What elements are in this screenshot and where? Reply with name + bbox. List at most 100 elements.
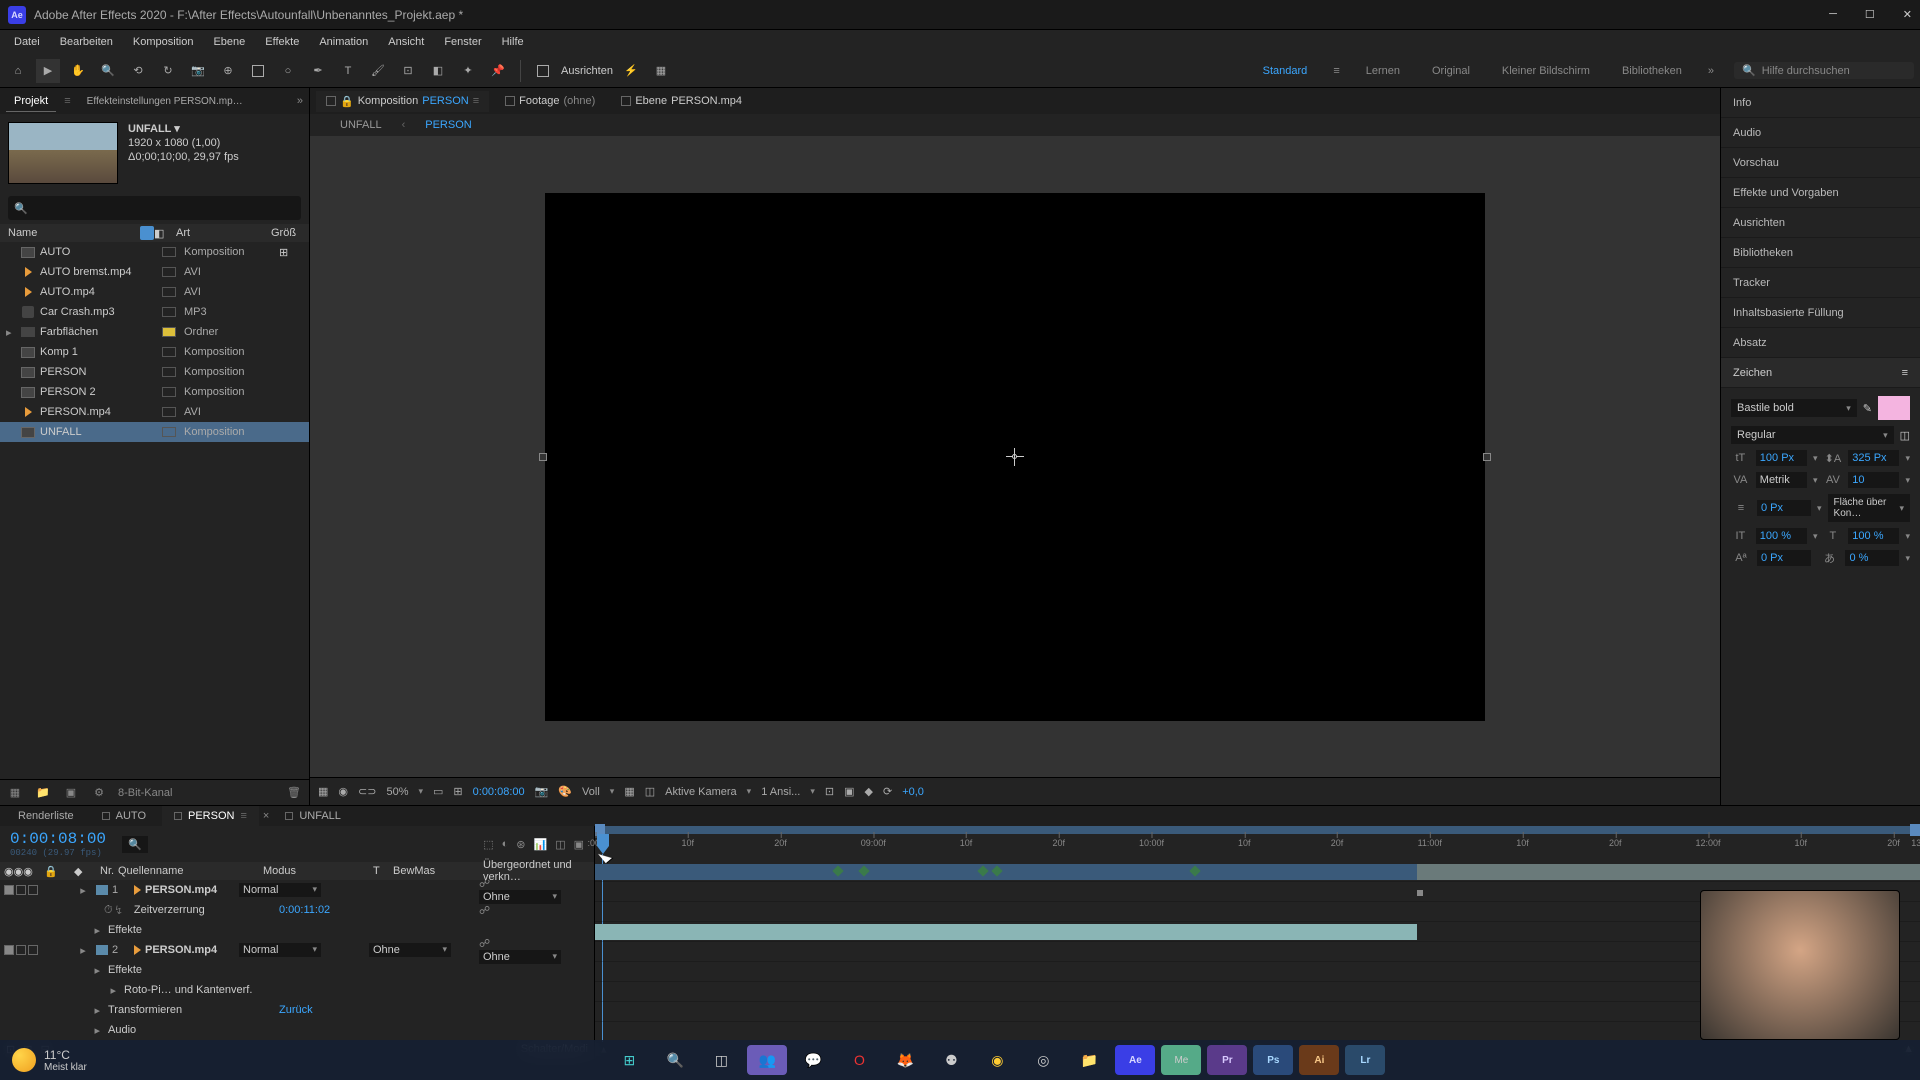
font-size[interactable]: 100 Px — [1756, 450, 1807, 466]
stroke-swatch[interactable]: ◫ — [1900, 429, 1910, 442]
workspace-more[interactable]: » — [1708, 65, 1714, 77]
project-item[interactable]: Car Crash.mp3MP3 — [0, 302, 309, 322]
fill-color[interactable] — [1878, 396, 1910, 420]
panel-bibliotheken[interactable]: Bibliotheken — [1721, 238, 1920, 268]
bit-depth[interactable]: 8-Bit-Kanal — [118, 787, 172, 799]
resolution-select[interactable]: Voll — [582, 786, 600, 798]
work-area-end[interactable] — [1910, 824, 1920, 836]
project-item[interactable]: ▸FarbflächenOrdner — [0, 322, 309, 342]
col-name[interactable]: Name — [8, 227, 136, 239]
close-tab[interactable]: × — [263, 810, 269, 822]
draft-3d[interactable]: ◫ — [555, 838, 565, 851]
keyframe[interactable] — [858, 865, 869, 876]
panel-info[interactable]: Info — [1721, 88, 1920, 118]
brush-tool[interactable]: 🖌 — [366, 59, 390, 83]
eraser-tool[interactable]: ◧ — [426, 59, 450, 83]
teams-app[interactable]: 👥 — [747, 1045, 787, 1075]
interpret-footage-icon[interactable]: ▦ — [6, 784, 24, 802]
hand-tool[interactable]: ✋ — [66, 59, 90, 83]
font-style-select[interactable]: Regular▾ — [1731, 426, 1894, 444]
hscale[interactable]: 100 % — [1848, 528, 1899, 544]
canvas[interactable] — [545, 193, 1485, 721]
kerning[interactable]: Metrik — [1756, 472, 1807, 488]
viewer-time[interactable]: 0:00:08:00 — [473, 786, 525, 798]
comp-tab[interactable]: Ebene PERSON.mp4 — [611, 91, 752, 111]
menu-komposition[interactable]: Komposition — [125, 34, 202, 50]
ai-app[interactable]: Ai — [1299, 1045, 1339, 1075]
zoom-tool[interactable]: 🔍 — [96, 59, 120, 83]
timeline-sync[interactable]: ⟳ — [883, 785, 892, 798]
camera-select[interactable]: Aktive Kamera — [665, 786, 737, 798]
col-type[interactable]: Art — [176, 227, 271, 239]
timeline-tab[interactable]: AUTO — [90, 806, 158, 826]
puppet-tool[interactable]: 📌 — [486, 59, 510, 83]
comp-name[interactable]: UNFALL ▾ — [128, 122, 239, 135]
workspace-learn[interactable]: Lernen — [1360, 61, 1406, 81]
time-ruler[interactable]: :00f10f20f09:00f10f20f10:00f10f20f11:00f… — [595, 826, 1920, 862]
keyframe[interactable] — [978, 865, 989, 876]
panel-character[interactable]: Zeichen≡ — [1721, 358, 1920, 388]
keyframe[interactable] — [991, 865, 1002, 876]
selection-tool[interactable]: ▶ — [36, 59, 60, 83]
lr-app[interactable]: Lr — [1345, 1045, 1385, 1075]
timeline-tab[interactable]: PERSON ≡ — [162, 806, 259, 826]
col-size[interactable]: Größ — [271, 227, 301, 239]
panel-effekte-und-vorgaben[interactable]: Effekte und Vorgaben — [1721, 178, 1920, 208]
motion-blur-toggle[interactable]: ⊛ — [516, 838, 525, 851]
workspace-small[interactable]: Kleiner Bildschirm — [1496, 61, 1596, 81]
tab-project[interactable]: Projekt — [6, 91, 56, 112]
timeline-tab[interactable]: UNFALL — [273, 806, 353, 826]
roto-tool[interactable]: ✦ — [456, 59, 480, 83]
viewer[interactable] — [310, 136, 1720, 777]
rect-tool[interactable] — [246, 59, 270, 83]
menu-ansicht[interactable]: Ansicht — [380, 34, 432, 50]
search-app[interactable]: 🔍 — [655, 1045, 695, 1075]
panel-vorschau[interactable]: Vorschau — [1721, 148, 1920, 178]
menu-ebene[interactable]: Ebene — [205, 34, 253, 50]
3d-toggle[interactable]: ▣ — [844, 785, 854, 798]
ps-app[interactable]: Ps — [1253, 1045, 1293, 1075]
brainstorm[interactable]: ▣ — [574, 838, 584, 851]
project-item[interactable]: AUTO bremst.mp4AVI — [0, 262, 309, 282]
ellipse-tool[interactable]: ○ — [276, 59, 300, 83]
menu-animation[interactable]: Animation — [311, 34, 376, 50]
eyedropper-icon[interactable]: ✎ — [1863, 402, 1872, 415]
panel-ausrichten[interactable]: Ausrichten — [1721, 208, 1920, 238]
timeline-layer[interactable]: ▸1 PERSON.mp4Normal▾☍ Ohne▾ — [0, 880, 594, 900]
sort-indicator[interactable] — [140, 226, 154, 240]
app-unknown-1[interactable]: ⚉ — [931, 1045, 971, 1075]
channel-toggle[interactable]: ◉ — [338, 785, 348, 798]
exposure[interactable]: +0,0 — [902, 786, 924, 798]
camera-tool[interactable]: 📷 — [186, 59, 210, 83]
vscale[interactable]: 100 % — [1756, 528, 1807, 544]
panel-absatz[interactable]: Absatz — [1721, 328, 1920, 358]
resolution-toggle[interactable]: ▭ — [433, 785, 443, 798]
project-item[interactable]: PERSON 2Komposition — [0, 382, 309, 402]
comp-tab[interactable]: 🔒 Komposition PERSON ≡ — [316, 91, 489, 112]
project-item[interactable]: PERSONKomposition — [0, 362, 309, 382]
menu-fenster[interactable]: Fenster — [436, 34, 489, 50]
handle-left[interactable] — [539, 453, 547, 461]
frame-blend-toggle[interactable]: ◐ — [502, 838, 509, 851]
workspace-libs[interactable]: Bibliotheken — [1616, 61, 1688, 81]
workspace-standard[interactable]: Standard — [1257, 61, 1314, 81]
timecode[interactable]: 0:00:08:00 — [10, 830, 106, 848]
keyframe[interactable] — [832, 865, 843, 876]
work-area[interactable] — [595, 826, 1920, 834]
snapshot-icon[interactable]: 📷 — [535, 785, 549, 798]
start-button[interactable]: ⊞ — [609, 1045, 649, 1075]
menu-bearbeiten[interactable]: Bearbeiten — [52, 34, 121, 50]
new-folder-icon[interactable]: 📁 — [34, 784, 52, 802]
close-button[interactable]: ✕ — [1903, 8, 1912, 21]
trash-icon[interactable]: 🗑 — [285, 784, 303, 802]
project-search[interactable]: 🔍 — [8, 196, 301, 220]
layer-property[interactable]: ⏱ ↯Zeitverzerrung0:00:11:02☍ — [0, 900, 594, 920]
zoom-select[interactable]: 50% — [386, 786, 408, 798]
snap-options[interactable]: ⚡ — [619, 59, 643, 83]
breadcrumb-unfall[interactable]: UNFALL — [340, 119, 382, 131]
graph-editor[interactable]: 📊 — [533, 838, 547, 851]
timeline-layer[interactable]: ▸2 PERSON.mp4Normal▾Ohne▾☍ Ohne▾ — [0, 940, 594, 960]
tsume[interactable]: 0 % — [1845, 550, 1899, 566]
ae-app[interactable]: Ae — [1115, 1045, 1155, 1075]
panel-tracker[interactable]: Tracker — [1721, 268, 1920, 298]
